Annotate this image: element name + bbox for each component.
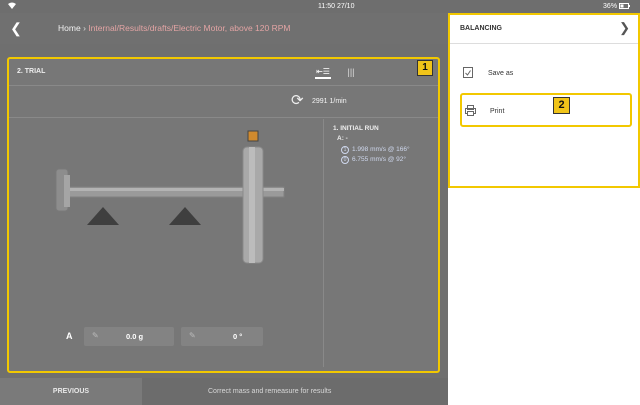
initial-run-results: 1. INITIAL RUN A: - 1 1.998 mm/s @ 166° 0… — [325, 119, 438, 367]
left-coupling-disk — [64, 175, 70, 207]
speed-value: 2991 1/min — [312, 98, 347, 105]
view-table-tab[interactable]: ||| — [344, 65, 358, 79]
chevron-right-icon[interactable]: ❯ — [619, 20, 630, 36]
angle-value: 0 ° — [233, 332, 243, 341]
measurement-index-icon: 1 — [341, 146, 349, 154]
back-button[interactable]: ❮ — [6, 18, 26, 38]
rotor-view-icon: ⇤☰ — [316, 67, 330, 76]
chevron-left-icon: ❮ — [10, 20, 22, 36]
save-as-menu-item[interactable]: Save as — [460, 59, 632, 89]
pencil-icon: ✎ — [92, 331, 99, 340]
previous-button[interactable]: PREVIOUS — [0, 378, 142, 405]
battery-icon — [619, 3, 630, 10]
measurement-index-icon: 0 — [341, 156, 349, 164]
trial-panel: 2. TRIAL ⇤☰ ||| ⟳ 2991 1/min A ✎ 0.0 g ✎… — [7, 57, 440, 373]
battery-level: 36% — [603, 3, 618, 10]
right-bearing-support — [169, 207, 201, 225]
panel-title: BALANCING — [460, 25, 502, 32]
angle-field[interactable]: ✎ 0 ° — [181, 327, 263, 346]
mass-value: 0.0 g — [126, 332, 144, 341]
measurement-row: 1 1.998 mm/s @ 166° — [341, 146, 410, 154]
trial-title: 2. TRIAL — [17, 68, 46, 75]
measurement-value: 6.755 mm/s @ 92° — [352, 156, 406, 163]
table-view-icon: ||| — [347, 67, 355, 77]
view-rotor-tab[interactable]: ⇤☰ — [315, 65, 331, 79]
measurement-value: 1.998 mm/s @ 166° — [352, 146, 410, 153]
breadcrumb-home[interactable]: Home — [58, 23, 81, 33]
results-plane-label: A: - — [337, 135, 348, 142]
status-time: 11:50 27/10 — [318, 3, 355, 10]
balancing-panel: BALANCING ❯ Save as Print — [448, 13, 640, 188]
mass-field[interactable]: ✎ 0.0 g — [84, 327, 174, 346]
plane-label: A — [66, 331, 73, 341]
balancing-rotor-disk-shine — [249, 147, 255, 263]
rotor-diagram-area: A ✎ 0.0 g ✎ 0 ° — [9, 119, 324, 367]
initial-run-title: 1. INITIAL RUN — [333, 125, 379, 132]
save-as-label: Save as — [488, 70, 514, 77]
status-bar: 11:50 27/10 36% — [0, 0, 640, 13]
rotor-diagram — [55, 130, 285, 264]
trial-header: 2. TRIAL ⇤☰ ||| — [9, 59, 438, 86]
bottom-hint: Correct mass and remeasure for results — [208, 388, 332, 395]
breadcrumb-path[interactable]: Internal/Results/drafts/Electric Motor, … — [88, 23, 290, 33]
breadcrumb: Home › Internal/Results/drafts/Electric … — [58, 23, 290, 33]
correction-plane-indicator — [247, 130, 259, 142]
speed-row: ⟳ 2991 1/min — [9, 86, 438, 118]
save-document-icon — [463, 67, 473, 81]
printer-icon — [465, 105, 476, 119]
nav-bar: ❮ Home › Internal/Results/drafts/Electri… — [0, 13, 448, 44]
correction-input-row: A ✎ 0.0 g ✎ 0 ° — [9, 326, 324, 348]
pencil-icon: ✎ — [189, 331, 196, 340]
battery-indicator: 36% — [603, 3, 630, 10]
wifi-icon — [8, 2, 16, 11]
measurement-row: 0 6.755 mm/s @ 92° — [341, 156, 406, 164]
print-menu-item[interactable]: Print — [460, 93, 632, 127]
left-bearing-support — [87, 207, 119, 225]
divider — [450, 43, 638, 44]
callout-marker-2: 2 — [553, 97, 570, 114]
breadcrumb-separator: › — [83, 23, 86, 33]
print-label: Print — [490, 108, 505, 115]
rotation-icon: ⟳ — [291, 92, 304, 109]
callout-marker-1: 1 — [417, 60, 433, 76]
bottom-bar: PREVIOUS Correct mass and remeasure for … — [0, 378, 448, 405]
